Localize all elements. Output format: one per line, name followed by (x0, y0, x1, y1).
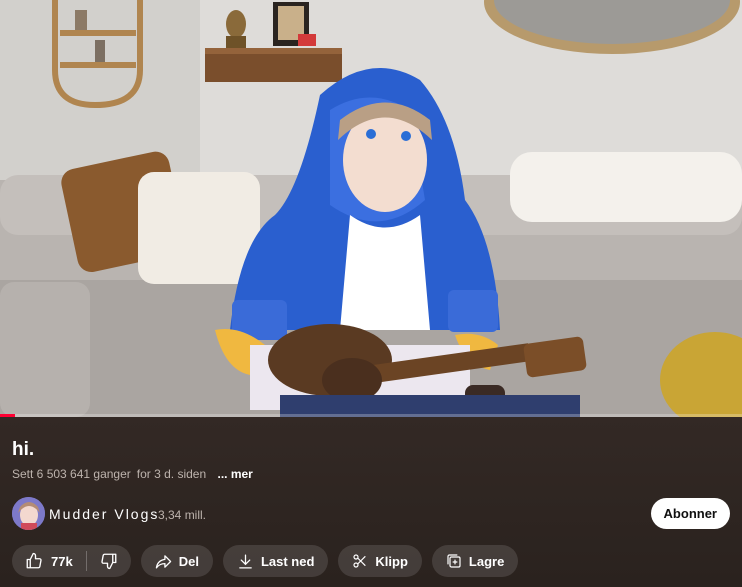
clip-button[interactable]: Klipp (338, 545, 422, 577)
share-button[interactable]: Del (140, 545, 213, 577)
save-button[interactable]: Lagre (431, 545, 519, 577)
subscriber-count: 3,34 mill. (158, 508, 207, 522)
download-button[interactable]: Last ned (222, 545, 329, 577)
avatar[interactable] (12, 497, 45, 530)
clip-label: Klipp (375, 553, 408, 569)
channel-name[interactable]: Mudder Vlogs (49, 506, 159, 522)
thumb-down-icon (100, 552, 118, 570)
dislike-button[interactable] (87, 545, 131, 577)
action-bar: 77k Del Last ned Klipp Lagre (12, 545, 519, 577)
share-label: Del (178, 553, 199, 569)
video-meta[interactable]: Sett 6 503 641 ganger for 3 d. siden ... … (12, 467, 253, 481)
subscribe-button[interactable]: Abonner (650, 498, 730, 529)
scissors-icon (352, 553, 368, 569)
video-info: hi. Sett 6 503 641 ganger for 3 d. siden … (0, 417, 742, 587)
video-frame (0, 0, 742, 417)
video-player[interactable] (0, 0, 742, 417)
like-dislike-group: 77k (12, 545, 131, 577)
more-button[interactable]: ... mer (217, 467, 252, 481)
like-count: 77k (51, 553, 73, 569)
channel-row: Mudder Vlogs 3,34 mill. Abonner (12, 497, 730, 531)
save-playlist-icon (446, 553, 462, 569)
download-icon (237, 553, 254, 570)
upload-age: for 3 d. siden (136, 467, 207, 481)
thumb-up-icon (25, 552, 43, 570)
view-count: Sett 6 503 641 ganger (12, 467, 131, 481)
share-icon (155, 553, 172, 570)
save-label: Lagre (468, 553, 505, 569)
like-button[interactable]: 77k (12, 545, 86, 577)
video-title: hi. (12, 439, 35, 460)
download-label: Last ned (260, 553, 315, 569)
